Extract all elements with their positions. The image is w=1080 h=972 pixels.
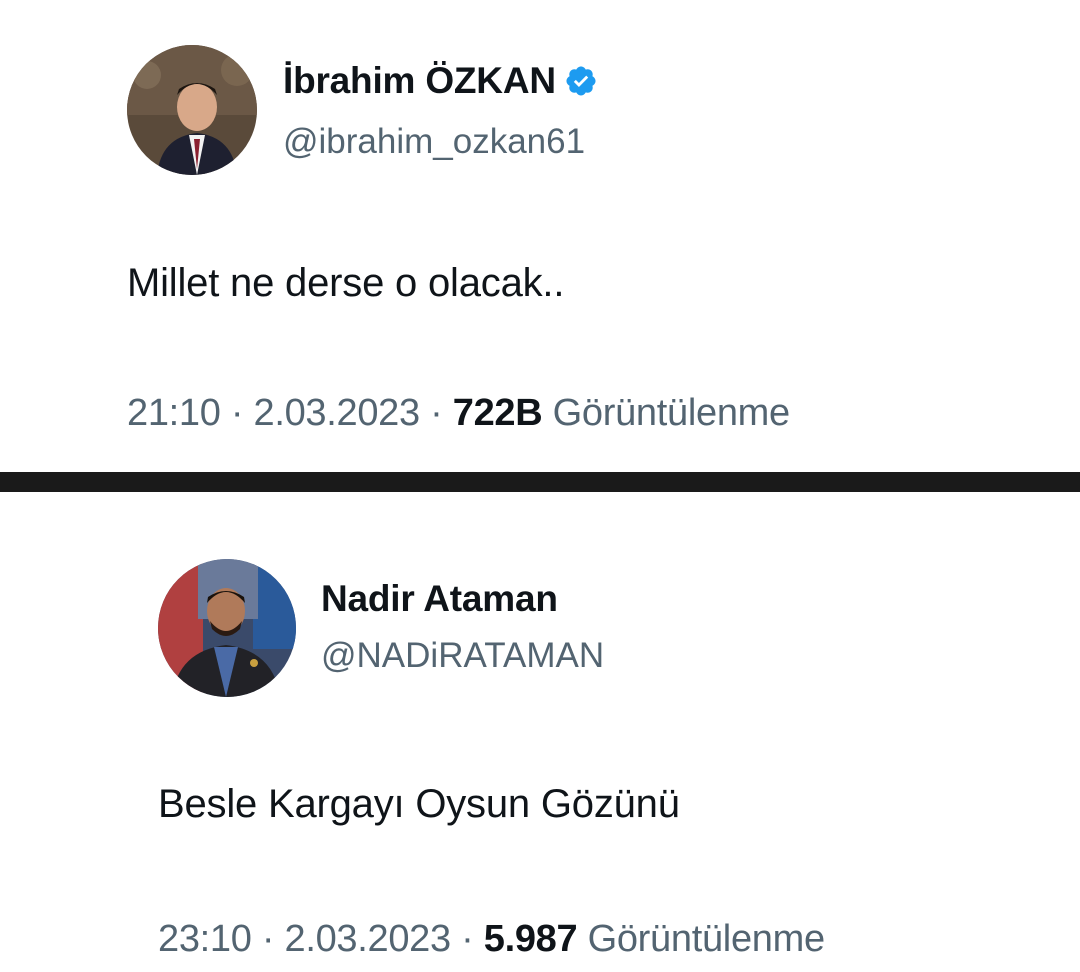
meta-separator: · (261, 918, 275, 960)
meta-separator: · (230, 392, 244, 434)
profile-photo-icon (158, 559, 296, 697)
user-handle[interactable]: @NADiRATAMAN (321, 636, 604, 676)
tweet-text: Besle Kargayı Oysun Gözünü (158, 782, 680, 826)
tweet-time[interactable]: 23:10 (158, 918, 252, 960)
views-label: Görüntülenme (552, 392, 791, 434)
meta-separator: · (430, 392, 443, 434)
avatar[interactable] (127, 45, 257, 175)
tweet-card: Nadir Ataman @NADiRATAMAN Besle Kargayı … (0, 492, 1080, 972)
display-name[interactable]: Nadir Ataman (321, 578, 558, 620)
tweet-date[interactable]: 2.03.2023 (253, 392, 420, 434)
avatar[interactable] (158, 559, 296, 697)
user-handle[interactable]: @ibrahim_ozkan61 (283, 122, 585, 162)
tweet-card: İbrahim ÖZKAN @ibrahim_ozkan61 Millet ne… (0, 0, 1080, 472)
divider (0, 472, 1080, 492)
views-count[interactable]: 722B (453, 392, 543, 434)
views-count[interactable]: 5.987 (484, 918, 578, 960)
tweet-text: Millet ne derse o olacak.. (127, 261, 565, 305)
views-label: Görüntülenme (587, 918, 826, 960)
tweet-date[interactable]: 2.03.2023 (284, 918, 451, 960)
profile-photo-icon (127, 45, 257, 175)
tweet-meta: 21:10 · 2.03.2023 · 722B Görüntülenme (127, 392, 790, 435)
user-name-row: İbrahim ÖZKAN (283, 60, 598, 102)
meta-separator: · (461, 918, 474, 960)
display-name[interactable]: İbrahim ÖZKAN (283, 60, 556, 102)
verified-badge-icon (564, 64, 598, 98)
tweet-time[interactable]: 21:10 (127, 392, 221, 434)
user-name-row: Nadir Ataman (321, 578, 558, 620)
tweet-meta: 23:10 · 2.03.2023 · 5.987 Görüntülenme (158, 918, 825, 961)
